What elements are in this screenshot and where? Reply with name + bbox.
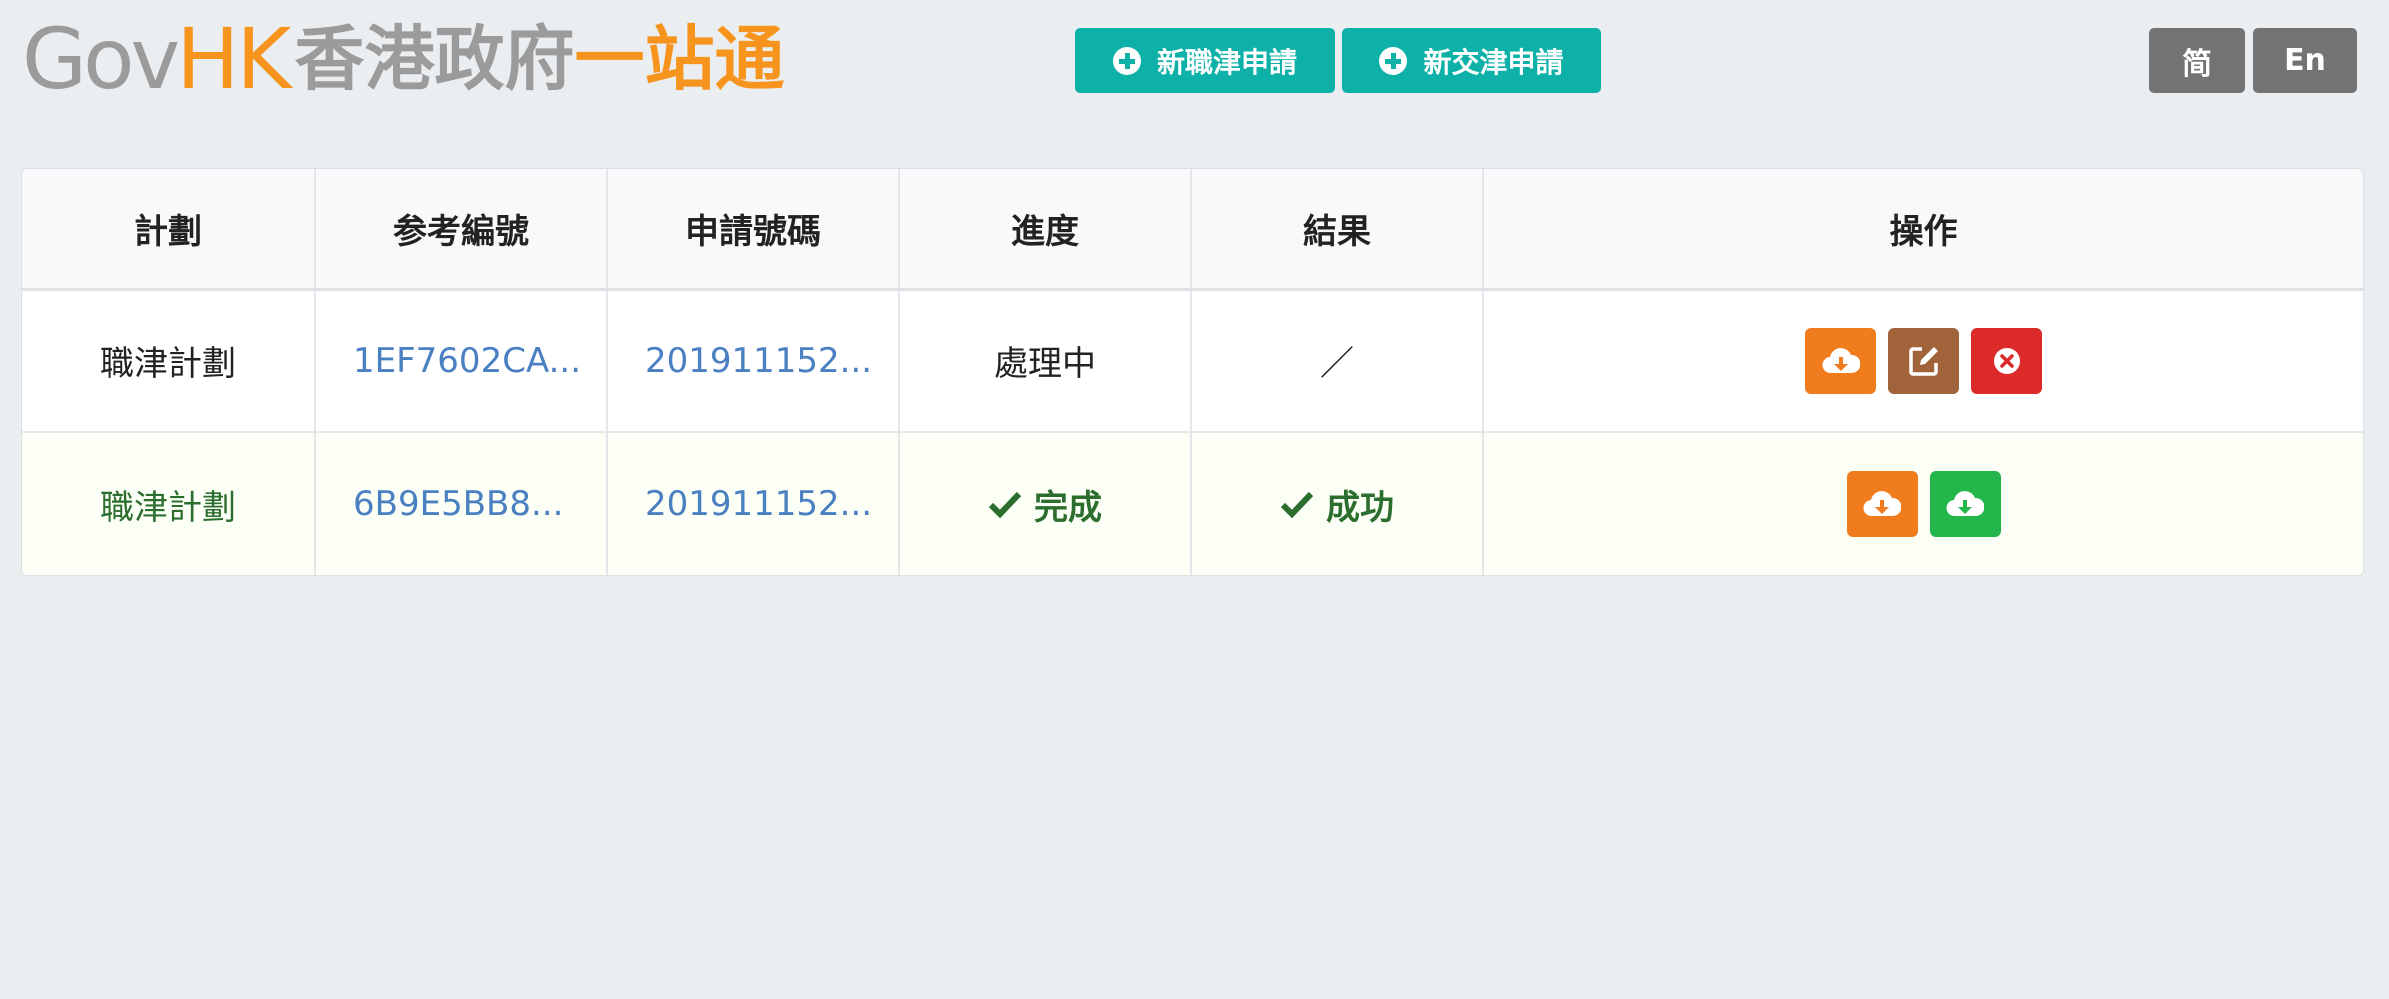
cloud-download-icon: [1863, 491, 1901, 517]
check-icon: [1280, 491, 1314, 518]
result-cell: ／: [1191, 289, 1484, 432]
header: Gov HK 香港政府 一站通 新職津申請 新交津申請 简 En: [0, 0, 2389, 140]
cancel-button[interactable]: [1971, 327, 2042, 394]
column-header-reference-no: 参考編號: [315, 169, 608, 291]
scheme-cell: 職津計劃: [22, 432, 316, 575]
application-no-link[interactable]: 201911152...: [645, 484, 872, 524]
logo-chinese-orange: 一站通: [574, 18, 785, 100]
plus-circle-icon: [1112, 46, 1141, 75]
download-button[interactable]: [1846, 471, 1918, 537]
actions-cell: [1483, 432, 2363, 575]
actions-cell: [1483, 289, 2363, 432]
table-row: 職津計劃 1EF7602CA... 201911152... 處理中 ／: [22, 289, 2363, 432]
logo-hk-text: HK: [176, 10, 291, 108]
cloud-download-icon: [1946, 491, 1984, 517]
application-no-cell: 201911152...: [607, 289, 900, 432]
column-header-actions: 操作: [1483, 169, 2363, 291]
language-english-button[interactable]: En: [2253, 28, 2357, 93]
logo-chinese-grey: 香港政府: [294, 18, 575, 100]
application-no-link[interactable]: 201911152...: [645, 341, 872, 381]
language-simplified-button[interactable]: 简: [2149, 28, 2245, 93]
logo-gov-text: Gov: [22, 10, 180, 108]
column-header-progress: 進度: [899, 169, 1192, 291]
column-header-scheme: 計劃: [22, 169, 316, 291]
progress-cell: 處理中: [899, 289, 1192, 432]
scheme-cell: 職津計劃: [22, 289, 316, 432]
close-circle-icon: [1993, 347, 2020, 374]
plus-circle-icon: [1379, 46, 1408, 75]
table-header-row: 計劃 参考編號 申請號碼 進度 結果 操作: [22, 169, 2363, 291]
cloud-download-icon: [1822, 347, 1860, 373]
result-text: 成功: [1326, 487, 1394, 528]
table-row: 職津計劃 6B9E5BB8... 201911152... 完成 成功: [22, 432, 2363, 575]
new-job-allowance-label: 新職津申請: [1156, 45, 1297, 79]
govhk-logo[interactable]: Gov HK 香港政府 一站通: [22, 14, 784, 104]
applications-table: 計劃 参考編號 申請號碼 進度 結果 操作 職津計劃 1EF7602CA... …: [21, 168, 2364, 576]
new-job-allowance-button[interactable]: 新職津申請: [1075, 28, 1335, 93]
result-cell: 成功: [1191, 432, 1484, 575]
reference-no-link[interactable]: 1EF7602CA...: [353, 341, 581, 381]
column-header-application-no: 申請號碼: [607, 169, 900, 291]
application-no-cell: 201911152...: [607, 432, 900, 575]
new-travel-allowance-label: 新交津申請: [1423, 45, 1564, 79]
edit-icon: [1908, 346, 1938, 376]
check-icon: [988, 491, 1022, 518]
progress-cell: 完成: [899, 432, 1192, 575]
reference-no-link[interactable]: 6B9E5BB8...: [353, 484, 563, 524]
column-header-result: 結果: [1191, 169, 1484, 291]
new-travel-allowance-button[interactable]: 新交津申請: [1342, 28, 1601, 93]
reference-no-cell: 6B9E5BB8...: [315, 432, 608, 575]
download-button[interactable]: [1805, 327, 1876, 394]
reference-no-cell: 1EF7602CA...: [315, 289, 608, 432]
progress-text: 完成: [1034, 487, 1102, 528]
edit-button[interactable]: [1888, 327, 1959, 394]
download-result-button[interactable]: [1929, 471, 2001, 537]
